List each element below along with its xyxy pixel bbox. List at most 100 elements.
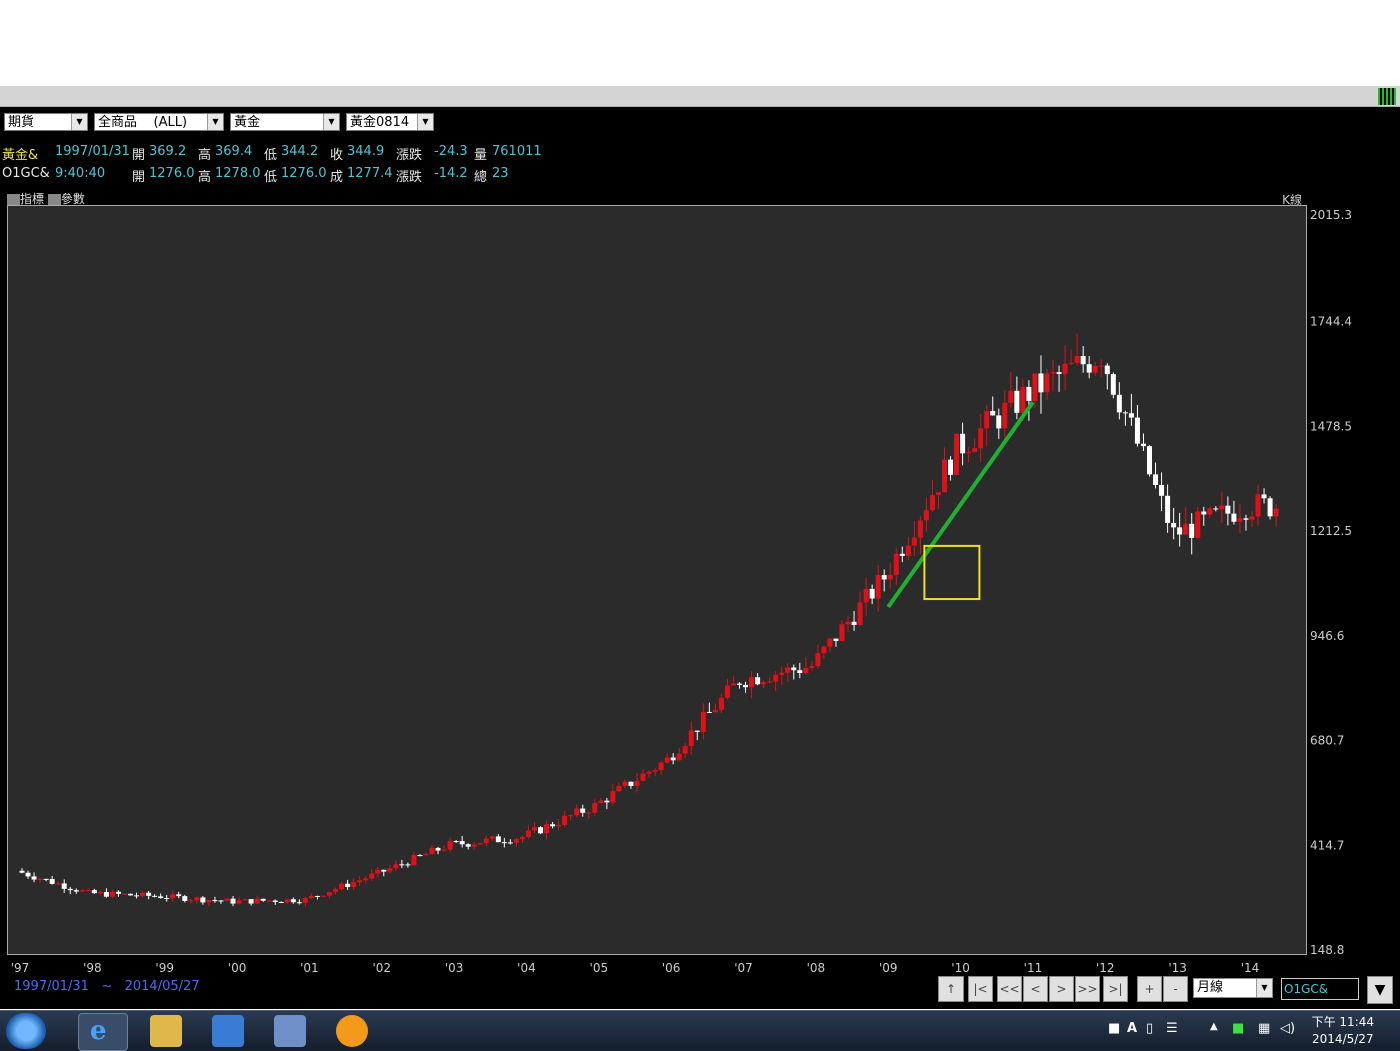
candle-body: [224, 898, 230, 901]
candle-body: [314, 895, 320, 897]
candle-body: [1056, 372, 1062, 374]
candle-body: [942, 459, 947, 493]
date-range: 1997/01/31 ~ 2014/05/27: [14, 979, 200, 994]
candle-body: [791, 667, 797, 671]
candle-body: [339, 883, 345, 890]
candle-body: [363, 878, 369, 881]
candle-body: [423, 854, 429, 856]
candlestick-chart: 2015.3 1744.4 1478.5 1212.5 946.6 680.7 414.7 1…: [8, 206, 1352, 975]
candle-body: [556, 824, 562, 827]
candle-body: [381, 869, 387, 872]
candle-body: [694, 730, 700, 732]
x-tick-label: '14: [1241, 961, 1260, 975]
nav-button[interactable]: >|: [1103, 976, 1128, 1002]
clock[interactable]: 下午 11:44 2014/5/27: [1312, 1014, 1374, 1048]
x-tick-label: '10: [951, 961, 970, 975]
clock-time: 下午 11:44: [1311, 1015, 1374, 1029]
candle-body: [67, 888, 73, 891]
signal-icon[interactable]: [1378, 88, 1396, 105]
candle-body: [881, 575, 887, 580]
candle-body: [369, 873, 375, 879]
window-icon[interactable]: ▯: [1146, 1021, 1153, 1036]
candle-body: [676, 753, 682, 761]
show-hidden-icon[interactable]: ▲: [1210, 1021, 1218, 1032]
x-tick-label: '99: [155, 961, 174, 975]
candle-body: [905, 545, 911, 557]
candle-body: [1062, 363, 1068, 374]
candle-body: [115, 891, 121, 894]
nav-button[interactable]: >>: [1075, 976, 1100, 1002]
candle-body: [1255, 494, 1261, 517]
candle-body: [1038, 373, 1044, 393]
tray-icon[interactable]: ■: [1108, 1021, 1120, 1036]
candle-body: [550, 824, 556, 827]
candle-body: [393, 864, 399, 869]
nav-button[interactable]: +: [1137, 976, 1162, 1002]
nav-button[interactable]: <: [1023, 976, 1048, 1002]
candle-body: [483, 838, 489, 844]
candle-body: [25, 872, 31, 877]
dropdown-arrow-icon[interactable]: ▼: [1256, 979, 1272, 997]
period-select-value: 月線: [1197, 980, 1224, 995]
candle-body: [1249, 516, 1255, 520]
line-app-icon[interactable]: ■: [1232, 1021, 1244, 1036]
candle-body: [61, 883, 67, 889]
candle-body: [146, 892, 152, 896]
start-button-icon[interactable]: [6, 1013, 46, 1049]
ie-browser-icon[interactable]: e: [78, 1013, 128, 1051]
candle-body: [857, 602, 863, 625]
candle-body: [158, 896, 164, 899]
candle-body: [1207, 508, 1213, 515]
media-player-icon[interactable]: [212, 1015, 244, 1047]
candle-body: [429, 847, 435, 855]
period-select[interactable]: 月線 ▼: [1193, 978, 1273, 998]
candle-body: [73, 890, 79, 892]
candle-body: [513, 839, 519, 843]
candle-body: [954, 433, 960, 475]
candle-body: [405, 864, 411, 866]
candle-body: [737, 683, 742, 685]
candle-body: [1032, 373, 1038, 401]
chevron-down-icon[interactable]: ▼: [1367, 976, 1393, 1004]
candle-body: [730, 683, 736, 686]
x-tick-label: '03: [445, 961, 464, 975]
x-axis: '97 '98 '99 '00 '01 '02 '03 '04 '05 '06 '07 '08 '09 '…: [11, 961, 1260, 975]
candle-body: [19, 870, 25, 873]
symbol-input[interactable]: O1GC&: [1281, 978, 1359, 1000]
nav-button[interactable]: -: [1163, 976, 1188, 1002]
candle-body: [833, 638, 839, 641]
candle-body: [1128, 413, 1134, 418]
candle-body: [640, 773, 646, 781]
candle-body: [767, 681, 773, 683]
candle-body: [345, 883, 351, 887]
candle-body: [1153, 474, 1159, 485]
x-tick-label: '01: [300, 961, 319, 975]
nav-button[interactable]: |<: [968, 976, 993, 1002]
candle-body: [103, 891, 109, 897]
candle-body: [562, 815, 568, 825]
y-tick-label: 1212.5: [1310, 524, 1352, 538]
candle-body: [387, 868, 393, 872]
network-icon[interactable]: ▦: [1258, 1021, 1270, 1036]
folder-icon[interactable]: [150, 1015, 182, 1047]
volume-icon[interactable]: ◁): [1280, 1021, 1295, 1036]
candle-body: [1273, 508, 1279, 517]
candle-body: [821, 646, 827, 654]
candle-body: [109, 891, 115, 897]
ime-icon[interactable]: A: [1127, 1021, 1137, 1036]
nav-button[interactable]: >: [1049, 976, 1074, 1002]
nav-button[interactable]: ↑: [938, 976, 964, 1002]
candle-body: [128, 893, 134, 896]
candle-body: [688, 730, 694, 747]
candle-body: [1098, 365, 1104, 367]
nav-button[interactable]: <<: [997, 976, 1022, 1002]
candle-body: [1086, 364, 1092, 373]
candle-body: [1068, 362, 1074, 364]
chat-app-icon[interactable]: [336, 1015, 368, 1047]
candle-body: [212, 900, 218, 902]
candle-body: [176, 894, 182, 897]
x-tick-label: '13: [1168, 961, 1187, 975]
app-icon[interactable]: [274, 1015, 306, 1047]
menu-icon[interactable]: ☰: [1166, 1021, 1178, 1036]
candle-body: [266, 900, 272, 902]
